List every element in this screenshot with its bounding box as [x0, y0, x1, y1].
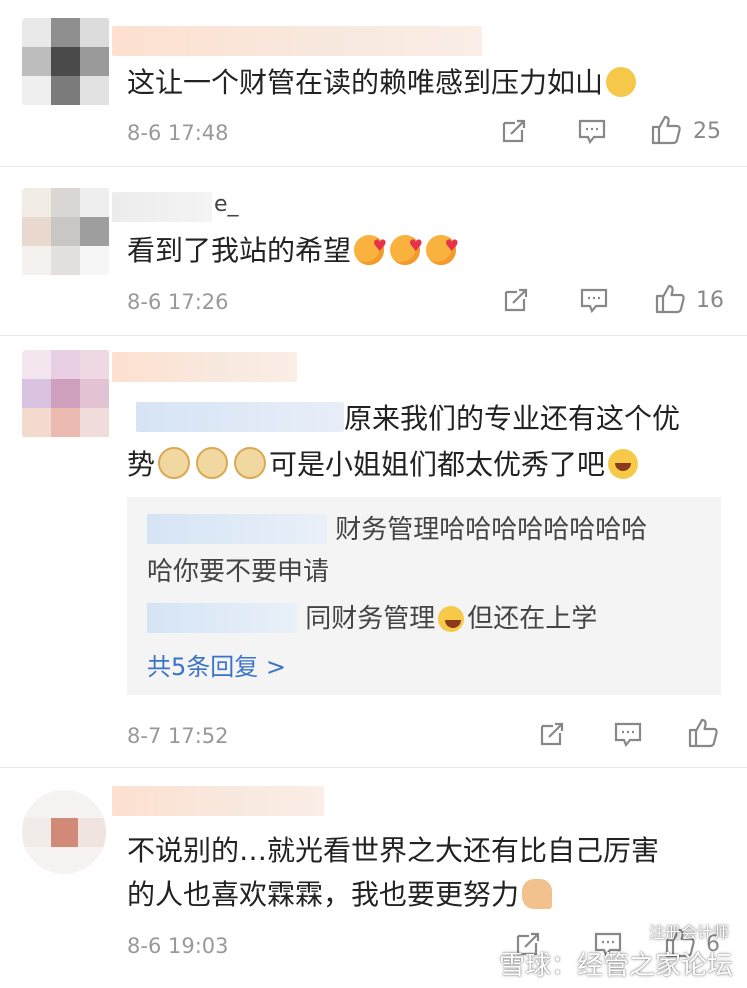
username-blurred[interactable] — [112, 352, 297, 382]
comment-text-line2: 的人也喜欢霖霖，我也要更努力 — [127, 872, 555, 918]
love-emoji-icon — [354, 223, 387, 269]
username-blurred[interactable] — [136, 402, 344, 432]
share-icon[interactable] — [500, 117, 528, 145]
laugh-cry-emoji-icon — [438, 606, 465, 632]
laugh-cry-emoji-icon — [608, 449, 639, 479]
comment-text-line2: 势可是小姐姐们都太优秀了吧 — [127, 442, 641, 488]
avatar[interactable] — [22, 350, 110, 438]
reply-username-blurred[interactable] — [147, 514, 327, 544]
comment-time: 8-7 17:52 — [127, 724, 229, 748]
watermark-text: 雪球：经管之家论坛 — [498, 951, 733, 981]
reply-2[interactable]: 同财务管理 但还在上学 — [147, 599, 597, 639]
like-count: 16 — [696, 288, 724, 313]
avatar[interactable] — [22, 188, 110, 276]
doge-emoji-icon — [234, 447, 267, 479]
reply-1-cont: 哈你要不要申请 — [147, 557, 330, 587]
share-icon[interactable] — [538, 720, 566, 748]
comment-3: 原来我们的专业还有这个优 势可是小姐姐们都太优秀了吧 财务管理哈哈哈哈哈哈哈哈 … — [0, 336, 747, 768]
comment-text: 这让一个财管在读的赖唯感到压力如山 — [127, 60, 639, 106]
comment-text: 看到了我站的希望 — [127, 223, 459, 274]
comment-2: e_ 看到了我站的希望 8-6 17:26 16 — [0, 168, 747, 336]
username-blurred[interactable] — [112, 192, 212, 222]
more-replies-link[interactable]: 共5条回复 > — [147, 647, 286, 682]
comment-text-line1: 不说别的…就光看世界之大还有比自己厉害 — [127, 834, 660, 867]
replies-box[interactable]: 财务管理哈哈哈哈哈哈哈哈 哈你要不要申请 同财务管理 但还在上学 共5条回复 > — [127, 497, 721, 695]
doge-emoji-icon — [196, 447, 229, 479]
comment-1: 这让一个财管在读的赖唯感到压力如山 8-6 17:48 25 — [0, 0, 747, 168]
doge-emoji-icon — [158, 447, 191, 479]
username-suffix[interactable]: e_ — [214, 192, 239, 217]
comment-time: 8-6 17:26 — [127, 290, 229, 314]
reply-1[interactable]: 财务管理哈哈哈哈哈哈哈哈 — [147, 510, 647, 550]
avatar[interactable] — [22, 18, 110, 106]
username-blurred[interactable] — [112, 26, 482, 56]
avatar[interactable] — [22, 790, 106, 874]
like-icon[interactable] — [654, 283, 686, 315]
like-icon[interactable] — [650, 114, 682, 146]
share-icon[interactable] — [502, 286, 530, 314]
love-emoji-icon — [426, 223, 459, 269]
comment-time: 8-6 17:48 — [127, 121, 229, 145]
watermark-small: 注册会计师 — [648, 923, 729, 942]
like-count: 25 — [693, 119, 721, 144]
love-emoji-icon — [390, 223, 423, 269]
comment-icon[interactable] — [577, 118, 607, 146]
username-blurred[interactable] — [112, 786, 324, 816]
clapping-hands-emoji-icon — [522, 879, 553, 909]
comment-text-line1: 原来我们的专业还有这个优 — [344, 402, 681, 435]
comment-icon[interactable] — [613, 721, 643, 749]
reply-username-blurred[interactable] — [147, 603, 297, 633]
comment-time: 8-6 19:03 — [127, 934, 229, 958]
like-icon[interactable] — [687, 717, 719, 749]
divider — [0, 166, 747, 167]
comment-icon[interactable] — [579, 287, 609, 315]
watermark: 注册会计师 雪球：经管之家论坛 — [498, 923, 733, 982]
sweat-emoji-icon — [606, 67, 637, 97]
